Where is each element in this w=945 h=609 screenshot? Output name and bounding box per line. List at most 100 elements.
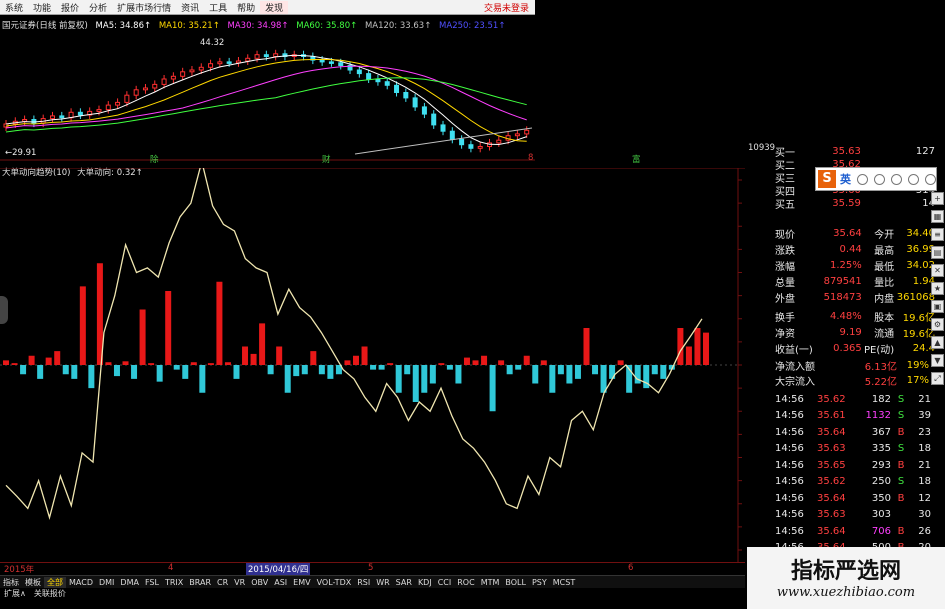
price-chart[interactable] bbox=[0, 32, 535, 162]
date-label-cursor: 2015/04/16/四 bbox=[246, 563, 311, 575]
candle-body bbox=[245, 57, 251, 62]
trade-volume: 182 bbox=[871, 393, 891, 405]
indicator-tab[interactable]: OBV bbox=[248, 578, 271, 587]
menu-item-discover[interactable]: 发现 bbox=[260, 0, 289, 14]
flow-bar bbox=[276, 346, 283, 365]
side-cross-icon[interactable]: ✕ bbox=[931, 264, 944, 277]
indicator-tab[interactable]: CR bbox=[214, 578, 231, 587]
flow-bar bbox=[259, 323, 266, 365]
indicator-tab[interactable]: EMV bbox=[290, 578, 313, 587]
flow-bar bbox=[703, 332, 709, 365]
indicator-tab[interactable]: 指标 bbox=[0, 577, 22, 588]
stat-row: 净资 9.19 流通 19.6亿 bbox=[745, 324, 935, 340]
flow-bar bbox=[429, 365, 436, 384]
flow-bar bbox=[592, 365, 599, 375]
indicator-tab[interactable]: MACD bbox=[66, 578, 96, 587]
indicator-tab[interactable]: MTM bbox=[478, 578, 503, 587]
indicator-tab[interactable]: ROC bbox=[454, 578, 477, 587]
menu-item-extended-market[interactable]: 扩展市场行情 bbox=[112, 1, 176, 14]
ime-punct-icon[interactable] bbox=[857, 173, 868, 185]
side-gear-icon[interactable]: ⚙ bbox=[931, 318, 944, 331]
indicator-tab[interactable]: WR bbox=[373, 578, 392, 587]
stat-label-2: 最低 bbox=[874, 261, 895, 273]
stat-value: 879541 bbox=[823, 275, 862, 287]
indicator-tab[interactable]: FSL bbox=[142, 578, 162, 587]
side-grid-icon[interactable]: ▦ bbox=[931, 210, 944, 223]
trade-price: 35.62 bbox=[817, 393, 846, 405]
collapse-left-handle[interactable] bbox=[0, 296, 8, 324]
side-expand-icon[interactable]: ⤢ bbox=[931, 372, 944, 385]
event-marker-ex-rights[interactable]: 除 bbox=[150, 153, 159, 165]
ime-toolbar[interactable]: S 英 bbox=[815, 167, 937, 191]
event-marker-8[interactable]: 8 bbox=[528, 153, 533, 163]
side-down-icon[interactable]: ▼ bbox=[931, 354, 944, 367]
indicator-tab[interactable]: 模板 bbox=[22, 577, 44, 588]
flow-bar bbox=[685, 346, 692, 365]
stat-row: 涨跌 0.44 最高 36.99 bbox=[745, 241, 935, 257]
stat-label-2: 量比 bbox=[874, 277, 895, 289]
ime-skin-icon[interactable] bbox=[908, 173, 919, 185]
stat-value: 4.48% bbox=[830, 310, 862, 322]
flow-bar bbox=[45, 357, 52, 365]
menu-item-function[interactable]: 功能 bbox=[28, 1, 56, 14]
candle-body bbox=[263, 54, 269, 58]
flow-bar bbox=[378, 365, 385, 370]
trade-login-status[interactable]: 交易未登录 bbox=[479, 1, 535, 14]
side-chart-icon[interactable]: ▤ bbox=[931, 246, 944, 259]
trade-row: 14:56 35.64 706 B 26 bbox=[775, 523, 940, 539]
event-marker-rich[interactable]: 富 bbox=[632, 153, 641, 165]
related-quotes-tab[interactable]: 关联报价 bbox=[30, 588, 70, 599]
indicator-tab[interactable]: ASI bbox=[271, 578, 290, 587]
indicator-chart[interactable]: 2.001.751.501.251.000.750.500.250.00-0.2… bbox=[0, 168, 745, 562]
flow-bar bbox=[566, 365, 573, 384]
sogou-logo-icon: S bbox=[818, 170, 836, 188]
watermark: 指标严选网 www.xuezhibiao.com bbox=[747, 547, 945, 609]
menu-item-system[interactable]: 系统 bbox=[0, 1, 28, 14]
indicator-tab[interactable]: DMA bbox=[117, 578, 142, 587]
menu-item-tools[interactable]: 工具 bbox=[204, 1, 232, 14]
indicator-tab[interactable]: 全部 bbox=[44, 576, 66, 588]
candle-body bbox=[180, 71, 186, 77]
trade-side: B bbox=[897, 525, 905, 537]
menu-item-quote[interactable]: 报价 bbox=[56, 1, 84, 14]
indicator-tab[interactable]: SAR bbox=[393, 578, 415, 587]
ime-keyboard-icon[interactable] bbox=[891, 173, 902, 185]
extend-toggle[interactable]: 扩展∧ bbox=[0, 588, 30, 599]
menu-item-analysis[interactable]: 分析 bbox=[84, 1, 112, 14]
side-star-icon[interactable]: ★ bbox=[931, 282, 944, 295]
ime-tools-icon[interactable] bbox=[925, 173, 936, 185]
price-low-label: ←29.91 bbox=[5, 148, 37, 158]
trade-count: 30 bbox=[918, 509, 931, 520]
menu-item-news[interactable]: 资讯 bbox=[176, 1, 204, 14]
indicator-tab[interactable]: VOL-TDX bbox=[314, 578, 355, 587]
menu-item-help[interactable]: 帮助 bbox=[232, 1, 260, 14]
side-up-icon[interactable]: ▲ bbox=[931, 336, 944, 349]
side-plus-icon[interactable]: + bbox=[931, 192, 944, 205]
stat-label: 收益(一) bbox=[775, 344, 813, 356]
date-label-april: 4 bbox=[168, 563, 174, 573]
stat-value: 35.64 bbox=[833, 227, 862, 239]
indicator-tab[interactable]: PSY bbox=[529, 578, 550, 587]
indicator-tab[interactable]: MCST bbox=[550, 578, 578, 587]
ime-mic-icon[interactable] bbox=[874, 173, 885, 185]
ime-mode-label[interactable]: 英 bbox=[840, 171, 851, 187]
flow-bar bbox=[472, 360, 479, 365]
side-book-icon[interactable]: ▣ bbox=[931, 300, 944, 313]
event-marker-finance[interactable]: 财 bbox=[322, 153, 331, 165]
bid-row[interactable]: 买五 35.59 14 bbox=[745, 195, 935, 211]
flow-bar bbox=[523, 355, 530, 365]
indicator-tab[interactable]: KDJ bbox=[415, 578, 435, 587]
indicator-tab[interactable]: DMI bbox=[96, 578, 117, 587]
flow-bar bbox=[165, 291, 172, 365]
trade-time: 14:56 bbox=[775, 525, 804, 537]
indicator-tab[interactable]: BOLL bbox=[502, 578, 529, 587]
flow-bar bbox=[71, 365, 78, 379]
indicator-tab[interactable]: BRAR bbox=[186, 578, 214, 587]
side-list-icon[interactable]: ≡ bbox=[931, 228, 944, 241]
indicator-tab[interactable]: VR bbox=[231, 578, 248, 587]
indicator-tab[interactable]: TRIX bbox=[162, 578, 186, 587]
indicator-tab[interactable]: CCI bbox=[435, 578, 455, 587]
flow-bar bbox=[233, 365, 240, 379]
indicator-tab[interactable]: RSI bbox=[354, 578, 373, 587]
flow-bar bbox=[139, 309, 146, 365]
